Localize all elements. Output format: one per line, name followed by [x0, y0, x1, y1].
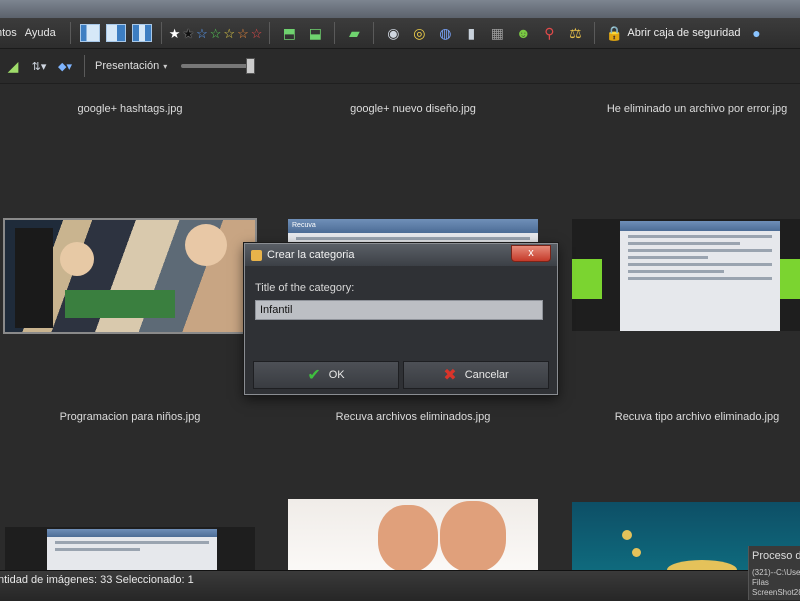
- toolbar-separator: [69, 22, 71, 44]
- grid-icon[interactable]: ▦: [487, 23, 507, 43]
- thumb-caption: Recuva archivos eliminados.jpg: [335, 411, 491, 423]
- toolbar-separator: [269, 22, 271, 44]
- thumbnail-row3-a[interactable]: [5, 527, 255, 570]
- toolbar-separator: [334, 22, 336, 44]
- tag-icon[interactable]: ▰: [344, 23, 364, 43]
- rating-stars[interactable]: ★ ★ ☆ ☆ ☆ ☆ ☆: [168, 27, 264, 40]
- secondary-toolbar: ◢ ⇅▾ ◆▾ Presentación ▾: [0, 49, 800, 84]
- filter-icon[interactable]: ◆▾: [55, 56, 75, 76]
- chevron-down-icon[interactable]: ▾: [163, 62, 167, 71]
- lock-icon: 🔒: [605, 24, 624, 41]
- star-red-icon[interactable]: ☆: [251, 27, 263, 40]
- view-columns-icon[interactable]: [131, 23, 152, 43]
- view-thumbs-icon[interactable]: [79, 23, 100, 43]
- star-blue-icon[interactable]: ☆: [196, 27, 208, 40]
- process-title: Proceso de: [752, 550, 800, 562]
- thumb-caption: google+ nuevo diseño.jpg: [350, 103, 476, 115]
- star-black-icon[interactable]: ★: [182, 27, 194, 40]
- toolbar-separator: [84, 55, 85, 77]
- thumb-window-title: Recuva: [288, 219, 538, 233]
- menu-item-ayuda[interactable]: Ayuda: [25, 27, 56, 39]
- dialog-app-icon: [251, 249, 262, 261]
- export-icon[interactable]: ⬓: [305, 23, 325, 43]
- toolbar-separator: [373, 22, 375, 44]
- ok-button[interactable]: ✔ OK: [253, 361, 399, 389]
- star-yellow-icon[interactable]: ☆: [223, 27, 235, 40]
- ok-label: OK: [328, 369, 345, 381]
- sort-icon[interactable]: ⇅▾: [29, 56, 49, 76]
- category-title-label: Title of the category:: [255, 282, 355, 294]
- process-line: (321)--C:\User: [752, 568, 800, 577]
- cancel-button[interactable]: ✖ Cancelar: [403, 361, 549, 389]
- close-button[interactable]: x: [511, 245, 551, 262]
- thumb-caption: Recuva tipo archivo eliminado.jpg: [614, 411, 780, 423]
- thumbnail-row3-b[interactable]: [288, 499, 538, 570]
- open-safe-button[interactable]: 🔒 Abrir caja de seguridad: [601, 23, 741, 43]
- rotate-icon[interactable]: ◢: [3, 56, 23, 76]
- cancel-label: Cancelar: [464, 369, 509, 381]
- process-line: ScreenShot28: [752, 588, 800, 597]
- open-safe-label: Abrir caja de seguridad: [627, 27, 741, 39]
- thumb-caption: He eliminado un archivo por error.jpg: [606, 103, 788, 115]
- thumbnail-programacion[interactable]: [3, 218, 257, 334]
- toolbar-separator: [594, 22, 596, 44]
- star-white-icon[interactable]: ★: [169, 27, 181, 40]
- status-text: ntidad de imágenes: 33 Seleccionado: 1: [0, 574, 194, 586]
- cross-icon: ✖: [443, 367, 457, 384]
- face-icon[interactable]: ☻: [513, 23, 533, 43]
- checkmark-icon: ✔: [307, 367, 321, 384]
- map-pin-icon[interactable]: ⚲: [539, 23, 559, 43]
- menu-item-herramientas[interactable]: ntos: [0, 27, 17, 39]
- globe-icon[interactable]: ◍: [435, 23, 455, 43]
- category-title-input[interactable]: Infantil: [255, 300, 543, 320]
- process-line: Filas: [752, 578, 769, 587]
- create-category-dialog: Crear la categoria x Title of the catego…: [244, 243, 558, 395]
- star-orange-icon[interactable]: ☆: [237, 27, 249, 40]
- presentation-button[interactable]: Presentación: [95, 60, 159, 72]
- zoom-slider[interactable]: [181, 58, 256, 74]
- star-green-icon[interactable]: ☆: [210, 27, 222, 40]
- camera-icon[interactable]: ◉: [383, 23, 403, 43]
- window-title-strip: [0, 0, 800, 18]
- menu-toolbar: ntos Ayuda ★ ★ ☆ ☆ ☆ ☆ ☆ ⬒ ⬓ ▰ ◉ ◎ ◍ ▮ ▦…: [0, 18, 800, 49]
- dialog-title: Crear la categoria: [267, 249, 355, 261]
- thumb-caption: google+ hashtags.jpg: [77, 103, 183, 115]
- thumbnail-recuva-tipo[interactable]: [572, 219, 800, 331]
- import-icon[interactable]: ⬒: [279, 23, 299, 43]
- view-preview-icon[interactable]: [105, 23, 126, 43]
- zoom-slider-thumb[interactable]: [246, 58, 256, 74]
- toolbar-separator: [160, 22, 162, 44]
- phone-icon[interactable]: ▮: [461, 23, 481, 43]
- thumb-caption: Programacion para niños.jpg: [59, 411, 201, 423]
- status-bar: ntidad de imágenes: 33 Seleccionado: 1: [0, 570, 800, 601]
- disc-icon[interactable]: ◎: [409, 23, 429, 43]
- process-panel: Proceso de (321)--C:\User Filas ScreenSh…: [748, 546, 800, 600]
- scale-icon[interactable]: ⚖: [565, 23, 585, 43]
- help-icon[interactable]: ●: [747, 23, 767, 43]
